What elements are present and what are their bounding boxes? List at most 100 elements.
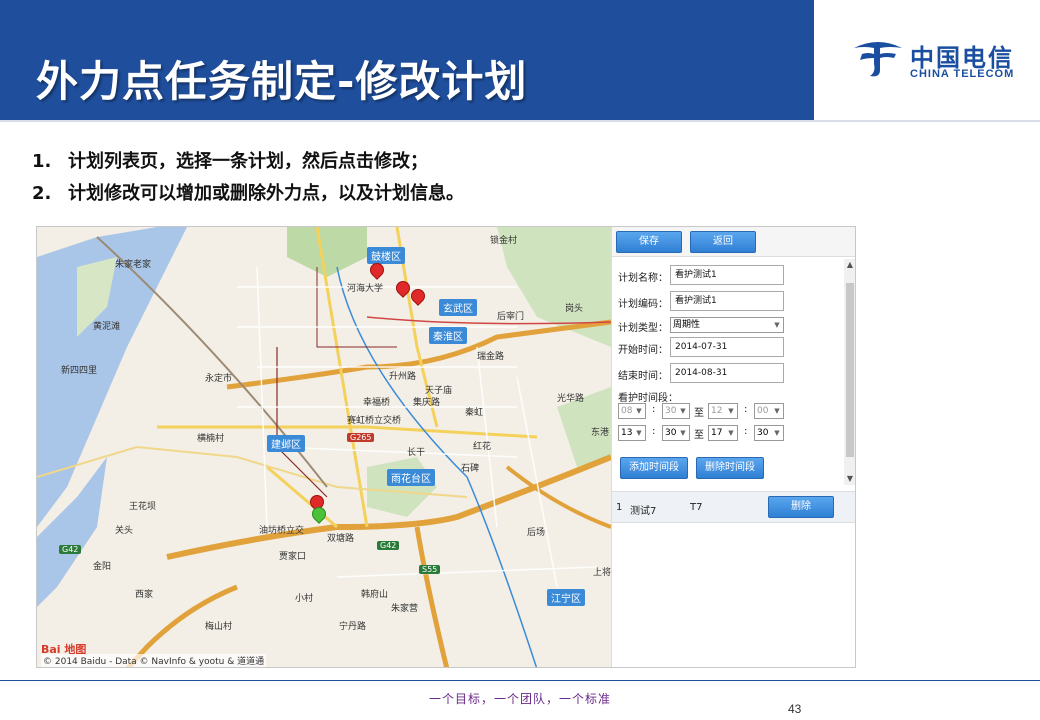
time-colon: : bbox=[652, 426, 656, 437]
chevron-down-icon: ▼ bbox=[774, 407, 780, 415]
page-title: 外力点任务制定-修改计划 bbox=[36, 57, 528, 106]
plan-name-label: 计划名称： bbox=[618, 273, 668, 284]
period-2-end-minute-value: 30 bbox=[757, 428, 769, 438]
map-place-label: 河海大学 bbox=[347, 284, 384, 294]
logo-english-text: CHINA TELECOM bbox=[910, 68, 1015, 80]
map-place-label: 宁丹路 bbox=[339, 622, 367, 632]
slide: 外力点任务制定-修改计划 中国电信 CHINA TELECOM 1. 计划列表页，… bbox=[0, 0, 1040, 720]
period-1-end-minute[interactable]: 00 ▼ bbox=[754, 403, 784, 419]
map-place-label: 朱家营 bbox=[391, 604, 419, 614]
map-place-label: 赛虹桥立交桥 bbox=[347, 416, 402, 426]
chevron-down-icon: ▼ bbox=[728, 407, 734, 415]
district-label: 雨花台区 bbox=[387, 469, 435, 486]
period-2-start-hour[interactable]: 13 ▼ bbox=[618, 425, 646, 441]
plan-code-label: 计划编码： bbox=[618, 299, 668, 310]
scroll-down-icon[interactable]: ▼ bbox=[844, 473, 855, 485]
period-label: 看护时间段： bbox=[618, 393, 678, 404]
period-2-end-minute[interactable]: 30 ▼ bbox=[754, 425, 784, 441]
period-1-start-minute[interactable]: 30 ▼ bbox=[662, 403, 690, 419]
route-line bbox=[276, 347, 328, 498]
map-place-label: 朱家老家 bbox=[115, 260, 152, 270]
map-place-label: 西家 bbox=[135, 590, 154, 600]
map-place-label: 横楠村 bbox=[197, 434, 225, 444]
period-2-start-minute[interactable]: 30 ▼ bbox=[662, 425, 690, 441]
period-1-start-hour[interactable]: 08 ▼ bbox=[618, 403, 646, 419]
row-code: T7 bbox=[690, 502, 703, 513]
period-1-end-minute-value: 00 bbox=[757, 406, 769, 416]
map-place-label: 双塘路 bbox=[327, 534, 355, 544]
period-2-end-hour-value: 17 bbox=[711, 428, 723, 438]
footer-slogan: 一个目标，一个团队，一个标准 bbox=[428, 692, 611, 706]
plan-type-value: 周期性 bbox=[673, 320, 701, 330]
title-bar: 外力点任务制定-修改计划 bbox=[0, 0, 814, 120]
baidu-map[interactable]: 鼓楼区 玄武区 秦淮区 建邺区 雨花台区 江宁区 锁金村 朱家老家 河海大学 岗… bbox=[37, 227, 611, 667]
road-shield: G42 bbox=[59, 545, 82, 554]
map-place-label: 黄泥滩 bbox=[93, 322, 121, 332]
instruction-item: 1. 计划列表页，选择一条计划，然后点击修改； bbox=[32, 146, 464, 178]
delete-button[interactable]: 删除 bbox=[768, 496, 834, 518]
district-label: 江宁区 bbox=[547, 589, 585, 606]
page-number: 43 bbox=[788, 702, 802, 716]
map-place-label: 长干 bbox=[407, 448, 426, 458]
plan-form: 计划名称： 看护测试1 计划编码： 看护测试1 计划类型： 周期性 ▼ 开始时间… bbox=[612, 259, 844, 485]
period-1-end-hour[interactable]: 12 ▼ bbox=[708, 403, 738, 419]
instruction-text: 计划列表页，选择一条计划，然后点击修改； bbox=[68, 151, 428, 172]
map-place-label: 东港 bbox=[591, 428, 610, 438]
row-index: 1 bbox=[616, 502, 623, 513]
map-place-label: 幸福桥 bbox=[363, 398, 391, 408]
s55-expressway bbox=[414, 526, 450, 667]
start-date-field[interactable]: 2014-07-31 bbox=[670, 337, 784, 357]
point-list-row[interactable]: 1 测试7 T7 删除 bbox=[612, 491, 855, 523]
map-place-label: 瑞金路 bbox=[477, 352, 505, 362]
plan-name-field[interactable]: 看护测试1 bbox=[670, 265, 784, 285]
scroll-thumb[interactable] bbox=[846, 283, 854, 457]
end-date-field[interactable]: 2014-08-31 bbox=[670, 363, 784, 383]
time-colon: : bbox=[652, 404, 656, 415]
map-place-label: 梅山村 bbox=[205, 622, 233, 632]
chevron-down-icon: ▼ bbox=[774, 429, 780, 437]
period-1-separator: 至 bbox=[694, 408, 704, 419]
map-place-label: 红花 bbox=[473, 442, 492, 452]
road-shield: S55 bbox=[419, 565, 441, 574]
period-2-start-hour-value: 13 bbox=[621, 428, 633, 438]
chevron-down-icon: ▼ bbox=[680, 407, 686, 415]
china-telecom-logo-icon bbox=[854, 42, 902, 77]
map-place-label: 锁金村 bbox=[490, 236, 518, 246]
district-label: 鼓楼区 bbox=[367, 247, 405, 264]
district-label: 秦淮区 bbox=[429, 327, 467, 344]
plan-code-field[interactable]: 看护测试1 bbox=[670, 291, 784, 311]
plan-type-select[interactable]: 周期性 ▼ bbox=[670, 317, 784, 333]
app-screenshot: 鼓楼区 玄武区 秦淮区 建邺区 雨花台区 江宁区 锁金村 朱家老家 河海大学 岗… bbox=[36, 226, 856, 668]
period-2-end-hour[interactable]: 17 ▼ bbox=[708, 425, 738, 441]
save-button[interactable]: 保存 bbox=[616, 231, 682, 253]
end-date-label: 结束时间： bbox=[618, 371, 668, 382]
district-label: 建邺区 bbox=[267, 435, 305, 452]
north-south-road bbox=[315, 227, 369, 528]
park-area bbox=[287, 227, 367, 277]
period-1-start-hour-value: 08 bbox=[621, 406, 633, 416]
chevron-down-icon: ▼ bbox=[774, 321, 780, 329]
plan-edit-panel: 保存 返回 计划名称： 看护测试1 计划编码： 看护测试1 计划类型： 周期性 … bbox=[611, 227, 855, 667]
scroll-up-icon[interactable]: ▲ bbox=[844, 259, 855, 271]
map-place-label: 岗头 bbox=[565, 304, 584, 314]
time-colon: : bbox=[744, 404, 748, 415]
time-colon: : bbox=[744, 426, 748, 437]
instruction-list: 1. 计划列表页，选择一条计划，然后点击修改； 2. 计划修改可以增加或删除外力点，… bbox=[32, 146, 464, 210]
map-place-label: 后场 bbox=[527, 528, 546, 538]
instruction-number: 2. bbox=[32, 183, 52, 204]
china-telecom-logo: 中国电信 CHINA TELECOM bbox=[814, 0, 1040, 120]
map-place-label: 集庆路 bbox=[413, 398, 441, 408]
back-button[interactable]: 返回 bbox=[690, 231, 756, 253]
header-divider bbox=[0, 120, 1040, 122]
remove-period-button[interactable]: 删除时间段 bbox=[696, 457, 764, 479]
map-place-label: 上将 bbox=[593, 568, 611, 578]
start-date-label: 开始时间： bbox=[618, 345, 668, 356]
map-place-label: 金阳 bbox=[93, 562, 112, 572]
chevron-down-icon: ▼ bbox=[680, 429, 686, 437]
district-label: 玄武区 bbox=[439, 299, 477, 316]
footer-divider bbox=[0, 680, 1040, 681]
road-shield: G265 bbox=[347, 433, 375, 442]
period-2-separator: 至 bbox=[694, 430, 704, 441]
form-scrollbar[interactable]: ▲ ▼ bbox=[844, 259, 855, 485]
add-period-button[interactable]: 添加时间段 bbox=[620, 457, 688, 479]
